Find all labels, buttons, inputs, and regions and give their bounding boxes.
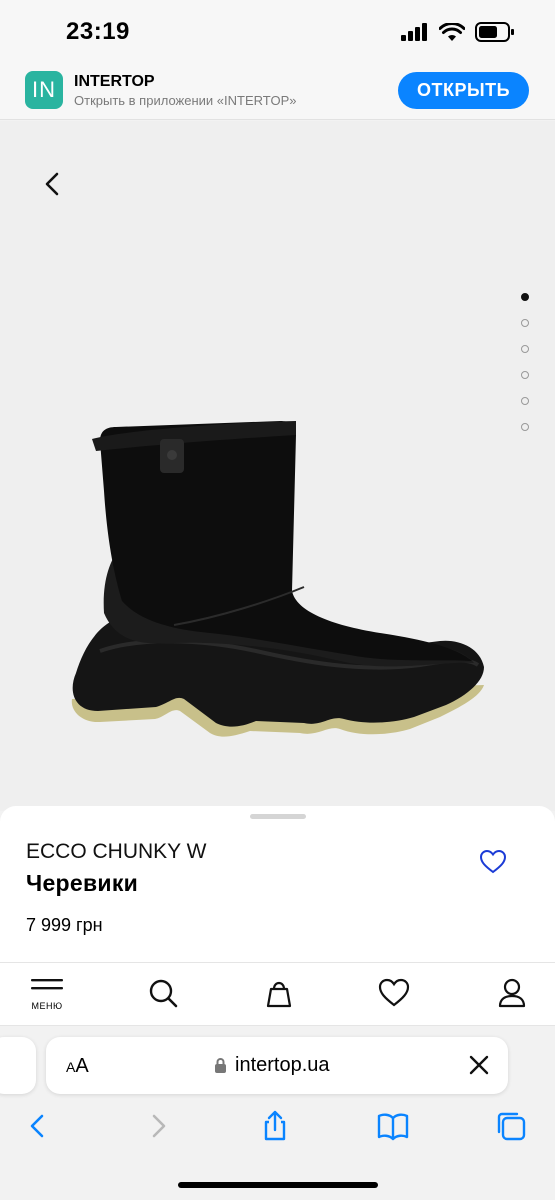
- user-icon: [498, 978, 526, 1008]
- menu-icon: [31, 979, 63, 990]
- status-time: 23:19: [66, 18, 130, 45]
- tabs-icon[interactable]: [495, 1110, 527, 1142]
- address-bar[interactable]: AA intertop.ua: [46, 1037, 508, 1094]
- close-icon[interactable]: [468, 1054, 490, 1076]
- back-arrow-icon[interactable]: [38, 169, 68, 199]
- app-logo: IN: [25, 71, 63, 109]
- app-name: INTERTOP: [74, 73, 155, 90]
- open-app-button[interactable]: ОТКРЫТЬ: [398, 72, 529, 109]
- bookmarks-icon[interactable]: [377, 1110, 409, 1142]
- product-price: 7 999 грн: [26, 915, 103, 935]
- aa-big: A: [75, 1055, 89, 1077]
- smart-app-banner[interactable]: IN INTERTOP Открыть в приложении «INTERT…: [0, 62, 555, 120]
- reader-options-button[interactable]: AA: [66, 1055, 89, 1078]
- product-type: Черевики: [26, 870, 139, 896]
- home-indicator[interactable]: [178, 1182, 378, 1188]
- url-text: intertop.ua: [235, 1054, 330, 1076]
- browser-forward-icon[interactable]: [142, 1110, 174, 1142]
- bag-icon: [266, 981, 292, 1008]
- wifi-icon: [439, 22, 465, 41]
- cart-button[interactable]: [259, 977, 299, 1017]
- product-gallery[interactable]: [0, 121, 555, 811]
- share-icon[interactable]: [259, 1110, 291, 1142]
- product-brand: ECCO CHUNKY W: [26, 840, 207, 863]
- pagination-dot[interactable]: [521, 345, 529, 353]
- heart-icon: [378, 978, 410, 1007]
- boot-image: [71, 421, 485, 737]
- pagination-dot[interactable]: [521, 397, 529, 405]
- previous-tab-preview[interactable]: [0, 1037, 36, 1094]
- browser-back-icon[interactable]: [22, 1110, 54, 1142]
- status-bar: 23:19: [0, 0, 555, 62]
- signal-icon: [401, 23, 427, 41]
- heart-icon[interactable]: [479, 848, 507, 876]
- menu-label: МЕНЮ: [31, 1001, 63, 1011]
- product-info-sheet: ECCO CHUNKY W Черевики 7 999 грн: [0, 806, 555, 966]
- browser-toolbar: AA intertop.ua: [0, 1026, 555, 1200]
- url-display[interactable]: intertop.ua: [214, 1054, 330, 1077]
- battery-icon: [475, 22, 514, 42]
- app-subtitle: Открыть в приложении «INTERTOP»: [74, 93, 297, 108]
- site-bottom-nav: МЕНЮ: [0, 962, 555, 1026]
- gallery-pagination: [521, 293, 529, 431]
- sheet-handle[interactable]: [250, 814, 306, 819]
- search-icon: [149, 979, 178, 1008]
- menu-button[interactable]: МЕНЮ: [27, 977, 67, 1017]
- account-button[interactable]: [492, 977, 532, 1017]
- pagination-dot[interactable]: [521, 423, 529, 431]
- lock-icon: [215, 1058, 226, 1073]
- pagination-dot[interactable]: [521, 293, 529, 301]
- search-button[interactable]: [143, 977, 183, 1017]
- wishlist-button[interactable]: [374, 977, 414, 1017]
- pagination-dot[interactable]: [521, 319, 529, 327]
- pagination-dot[interactable]: [521, 371, 529, 379]
- status-icons: [401, 22, 515, 42]
- aa-small: A: [66, 1059, 76, 1075]
